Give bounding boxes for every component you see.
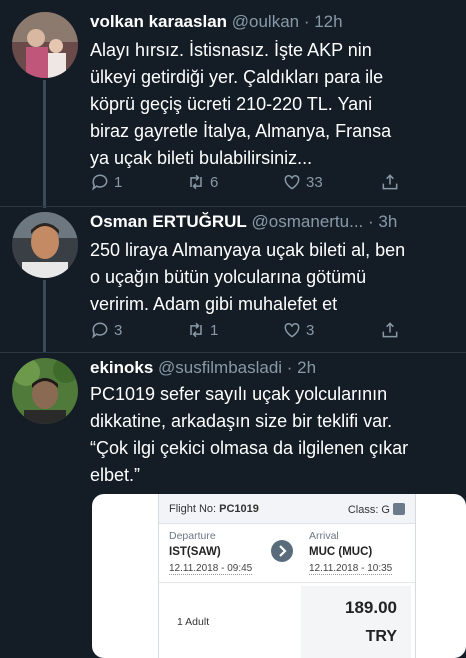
attached-image[interactable]: Flight No: PC1019 Class: G Departure IST… (92, 494, 466, 658)
departure-date: 12.11.2018 - 09:45 (169, 563, 253, 575)
like-button[interactable]: 3 (282, 320, 314, 340)
class-label: Class: G (347, 504, 390, 516)
share-icon (382, 322, 398, 338)
tweet-actions: 3 1 3 (90, 320, 410, 344)
retweet-count: 6 (210, 173, 219, 191)
avatar-ekinoks[interactable] (12, 358, 78, 424)
share-icon (382, 174, 398, 190)
info-icon (393, 503, 405, 515)
arrival-airport: MUC (MUC) (309, 546, 373, 558)
tweet-text: 250 liraya Almanyaya uçak bileti al, ben… (90, 237, 460, 318)
class-info: Class: G (348, 503, 405, 516)
tweet-line: ülkeyi getirdiği yer. Çaldıkları para il… (90, 67, 384, 87)
reply-count: 1 (114, 173, 123, 191)
reply-count: 3 (114, 321, 123, 339)
arrival-label: Arrival (309, 530, 339, 542)
reply-icon (92, 322, 108, 339)
reply-button[interactable]: 3 (90, 320, 122, 340)
share-button[interactable] (380, 320, 404, 340)
arrival-date: 12.11.2018 - 10:35 (309, 563, 393, 575)
tweet-line: biraz gayretle İtalya, Almanya, Fransa (90, 121, 392, 141)
author-handle[interactable]: @susfilmbasladi · 2h (158, 358, 316, 377)
author-handle[interactable]: @osmanertu... · 3h (252, 212, 398, 231)
ticket-header: Flight No: PC1019 Class: G (159, 494, 415, 524)
reply-button[interactable]: 1 (90, 172, 122, 192)
like-button[interactable]: 33 (282, 172, 323, 192)
ticket-price: 189.00 (345, 598, 397, 617)
avatar-volkan[interactable] (12, 12, 78, 78)
tweet-1[interactable]: volkan karaaslan @oulkan · 12h Alayı hır… (0, 0, 466, 208)
tweet-text: Alayı hırsız. İstisnasız. İşte AKP nin ü… (90, 37, 460, 172)
retweet-icon (190, 174, 202, 190)
like-icon (284, 322, 300, 338)
departure-airport: IST(SAW) (169, 546, 221, 558)
like-count: 3 (306, 321, 315, 339)
price-box: 189.00 TRY (301, 586, 411, 658)
tweet-line: PC1019 sefer sayılı uçak yolcularının (90, 384, 388, 404)
flight-number: Flight No: PC1019 (169, 503, 259, 515)
tweet-line: o uçağın bütün yolcularına götümü (90, 267, 367, 287)
tweet-line: Alayı hırsız. İstisnasız. İşte AKP nin (90, 40, 372, 60)
tweet-line: köprü geçiş ücreti 210-220 TL. Yani (90, 94, 373, 114)
retweet-button[interactable]: 6 (186, 172, 218, 192)
share-button[interactable] (380, 172, 404, 192)
tweet-line: dikkatine, arkadaşın size bir teklifi va… (90, 411, 393, 431)
like-icon (284, 174, 300, 190)
like-count: 33 (306, 173, 323, 191)
avatar-osman[interactable] (12, 212, 78, 278)
thread-line (43, 80, 46, 208)
reply-icon (92, 174, 108, 191)
retweet-icon (190, 322, 202, 338)
flight-code: PC1019 (219, 503, 259, 515)
departure-label: Departure (169, 530, 216, 542)
ticket-currency: TRY (365, 628, 397, 645)
tweet-divider (0, 206, 466, 207)
retweet-count: 1 (210, 321, 219, 339)
tweet-actions: 1 6 33 (90, 172, 410, 196)
tweet-2[interactable]: Osman ERTUĞRUL @osmanertu... · 3h 250 li… (0, 206, 466, 352)
ticket-divider (159, 582, 415, 583)
author-handle[interactable]: @oulkan · 12h (232, 12, 343, 31)
flight-ticket: Flight No: PC1019 Class: G Departure IST… (158, 494, 416, 658)
passenger-count: 1 Adult (177, 616, 210, 628)
author-name[interactable]: volkan karaaslan (90, 12, 227, 31)
tweet-line: veririm. Adam gibi muhalefet et (90, 294, 338, 314)
tweet-line: ya uçak bileti bulabilirsiniz... (90, 148, 313, 168)
flight-label: Flight No: (169, 503, 217, 515)
author-name[interactable]: Osman ERTUĞRUL (90, 212, 247, 231)
tweet-line: elbet.” (90, 465, 141, 485)
arrow-right-icon (271, 540, 293, 562)
thread-line (43, 280, 46, 352)
retweet-button[interactable]: 1 (186, 320, 218, 340)
tweet-divider (0, 352, 466, 353)
tweet-line: “Çok ilgi çekici olmasa da ilgilenen çık… (90, 438, 409, 458)
tweet-line: 250 liraya Almanyaya uçak bileti al, ben (90, 240, 406, 260)
tweet-text: PC1019 sefer sayılı uçak yolcularının di… (90, 381, 460, 489)
author-name[interactable]: ekinoks (90, 358, 153, 377)
